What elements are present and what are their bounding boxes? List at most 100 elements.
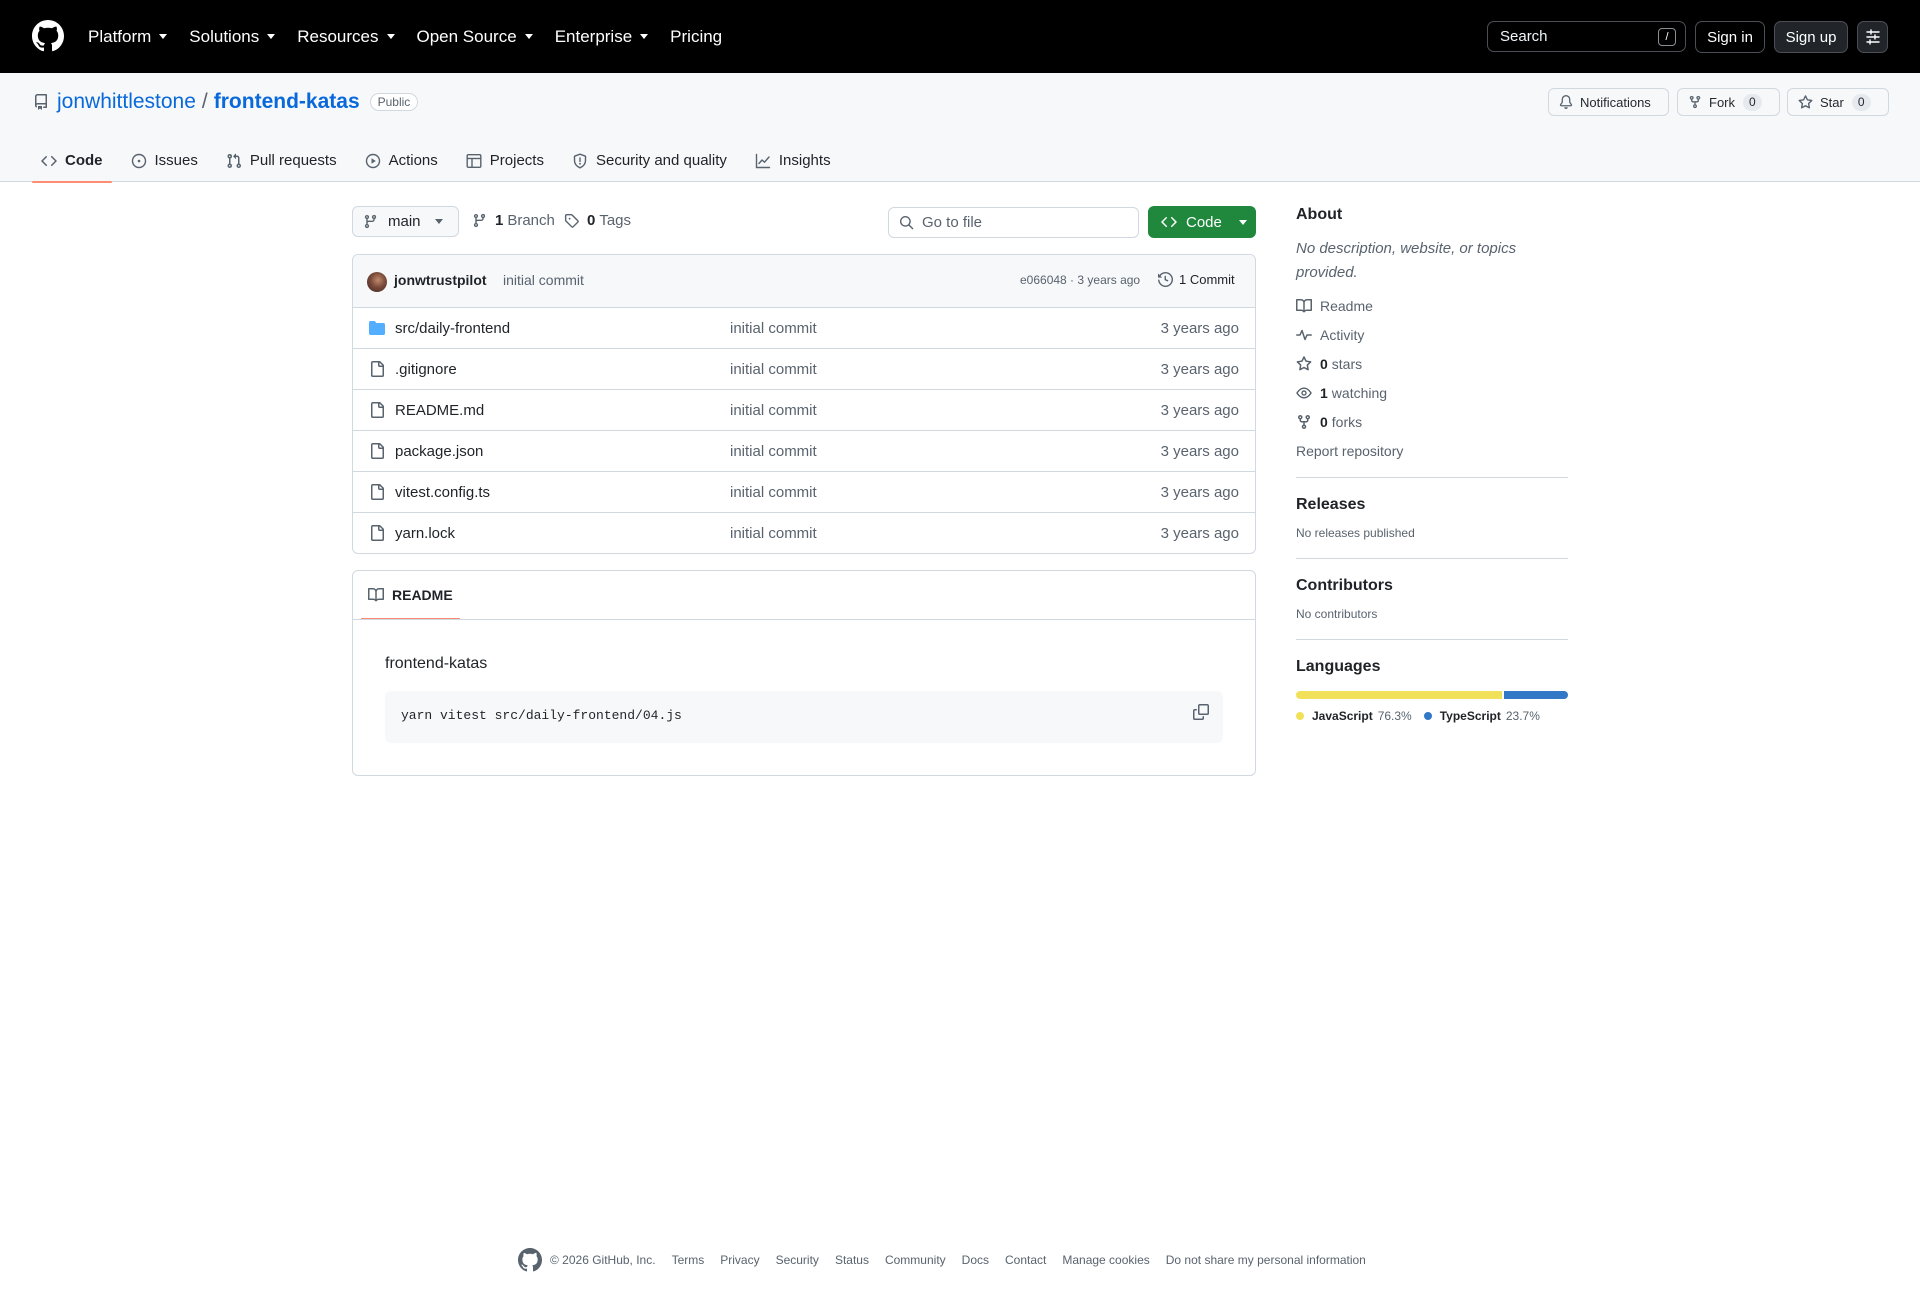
language-color-dot [1296,712,1304,720]
tab-issues-label: Issues [154,152,198,169]
folder-icon [369,320,385,336]
about-heading: About [1296,206,1343,223]
search-icon [899,215,914,230]
file-row[interactable]: yarn.lock initial commit 3 years ago [353,513,1255,553]
watching-label: watching [1331,384,1388,401]
commit-author-link[interactable]: jonwtrustpilot [394,272,487,288]
copy-icon[interactable] [1193,704,1209,720]
footer-link[interactable]: Docs [962,1253,989,1267]
activity-link[interactable]: Activity [1296,320,1568,349]
readme-tab[interactable]: README [361,571,460,620]
footer-link[interactable]: Status [835,1253,869,1267]
star-button[interactable]: Star 0 [1787,88,1889,116]
file-commit-link[interactable]: initial commit [730,525,817,542]
report-repository-link[interactable]: Report repository [1296,436,1568,465]
footer-link[interactable]: Contact [1005,1253,1046,1267]
tab-actions[interactable]: Actions [356,139,447,182]
file-name-link[interactable]: .gitignore [395,361,457,378]
tab-security-label: Security and quality [595,152,727,169]
github-logo-icon[interactable] [518,1248,542,1272]
nav-resources[interactable]: Resources [297,27,395,47]
file-row[interactable]: package.json initial commit 3 years ago [353,431,1255,472]
nav-platform[interactable]: Platform [88,27,168,47]
file-row[interactable]: vitest.config.ts initial commit 3 years ag… [353,472,1255,513]
tab-pull-requests[interactable]: Pull requests [217,139,346,182]
file-commit-link[interactable]: initial commit [730,443,817,460]
sign-in-button[interactable]: Sign in [1695,21,1765,53]
file-row[interactable]: .gitignore initial commit 3 years ago [353,349,1255,390]
chevron-down-icon [267,34,276,39]
language-percent: 76.3% [1377,709,1412,723]
table-icon [466,153,482,168]
notifications-button[interactable]: Notifications [1548,88,1669,116]
branch-selector[interactable]: main [352,206,459,237]
language-item[interactable]: JavaScript 76.3% [1296,709,1412,723]
footer-link[interactable]: Privacy [720,1253,759,1267]
issue-icon [131,153,146,168]
repo-tabs: Code Issues Pull requests Actions Projec… [32,139,850,183]
file-name-link[interactable]: vitest.config.ts [395,484,490,501]
footer-link[interactable]: Community [885,1253,946,1267]
file-name-link[interactable]: package.json [395,443,483,460]
fork-button[interactable]: Fork 0 [1677,88,1780,116]
repo-owner-link[interactable]: jonwhittlestone [57,90,196,114]
tab-security[interactable]: Security and quality [563,139,736,182]
watching-count: 1 [1320,384,1328,401]
commit-message-link[interactable]: initial commit [503,272,584,288]
github-logo-icon[interactable] [32,20,64,52]
stars-link[interactable]: 0 stars [1296,349,1568,378]
forks-link[interactable]: 0 forks [1296,407,1568,436]
repo-name-link[interactable]: frontend-katas [214,90,360,114]
nav-enterprise[interactable]: Enterprise [555,27,649,47]
file-name-link[interactable]: src/daily-frontend [395,320,510,337]
divider [1296,477,1568,478]
graph-icon [755,153,771,168]
search-input[interactable]: Search / [1487,21,1686,52]
commit-hash-link[interactable]: e066048 · 3 years ago [1020,273,1140,287]
releases-heading[interactable]: Releases [1296,496,1568,514]
nav-open-source[interactable]: Open Source [417,27,533,47]
file-commit-link[interactable]: initial commit [730,320,817,337]
footer-link[interactable]: Security [776,1253,819,1267]
tab-code[interactable]: Code [32,139,112,183]
nav-solutions[interactable]: Solutions [189,26,276,47]
tab-projects-label: Projects [489,152,544,169]
file-commit-link[interactable]: initial commit [730,484,817,501]
tags-link[interactable]: 0 Tags [564,212,631,229]
nav-solutions-label: Solutions [189,26,260,46]
file-icon [369,443,385,459]
contributors-text: No contributors [1296,607,1378,621]
sign-up-button[interactable]: Sign up [1774,21,1848,53]
tab-projects[interactable]: Projects [457,139,553,182]
code-dropdown-button[interactable]: Code [1148,206,1256,238]
tab-actions-label: Actions [388,152,438,169]
file-commit-link[interactable]: initial commit [730,361,817,378]
readme-code-text: yarn vitest src/daily-frontend/04.js [401,708,682,723]
watching-link[interactable]: 1 watching [1296,378,1568,407]
settings-menu-button[interactable] [1857,21,1888,53]
language-item[interactable]: TypeScript 23.7% [1423,709,1540,723]
nav-open-source-label: Open Source [416,26,517,46]
chevron-down-icon [640,34,649,39]
avatar[interactable] [367,272,387,292]
report-repository-label: Report repository [1296,442,1404,459]
fork-count: 0 [1743,93,1762,111]
nav-pricing[interactable]: Pricing [670,27,722,47]
tab-insights[interactable]: Insights [746,139,840,182]
file-name-link[interactable]: README.md [395,402,484,419]
readme-link[interactable]: Readme [1296,291,1568,320]
footer-link[interactable]: Terms [672,1253,705,1267]
contributors-heading[interactable]: Contributors [1296,577,1568,595]
file-commit-link[interactable]: initial commit [730,402,817,419]
chevron-down-icon [434,219,443,224]
branches-link[interactable]: 1 Branch [472,212,555,229]
file-row[interactable]: src/daily-frontend initial commit 3 years … [353,308,1255,349]
commits-link[interactable]: 1 Commit [1158,272,1235,287]
footer-link[interactable]: Manage cookies [1062,1253,1149,1267]
file-name-link[interactable]: yarn.lock [395,525,455,542]
go-to-file-input[interactable]: Go to file [888,207,1139,238]
tab-issues[interactable]: Issues [122,139,207,182]
file-row[interactable]: README.md initial commit 3 years ago [353,390,1255,431]
footer-link[interactable]: Do not share my personal information [1166,1253,1366,1267]
code-icon [1161,216,1177,228]
